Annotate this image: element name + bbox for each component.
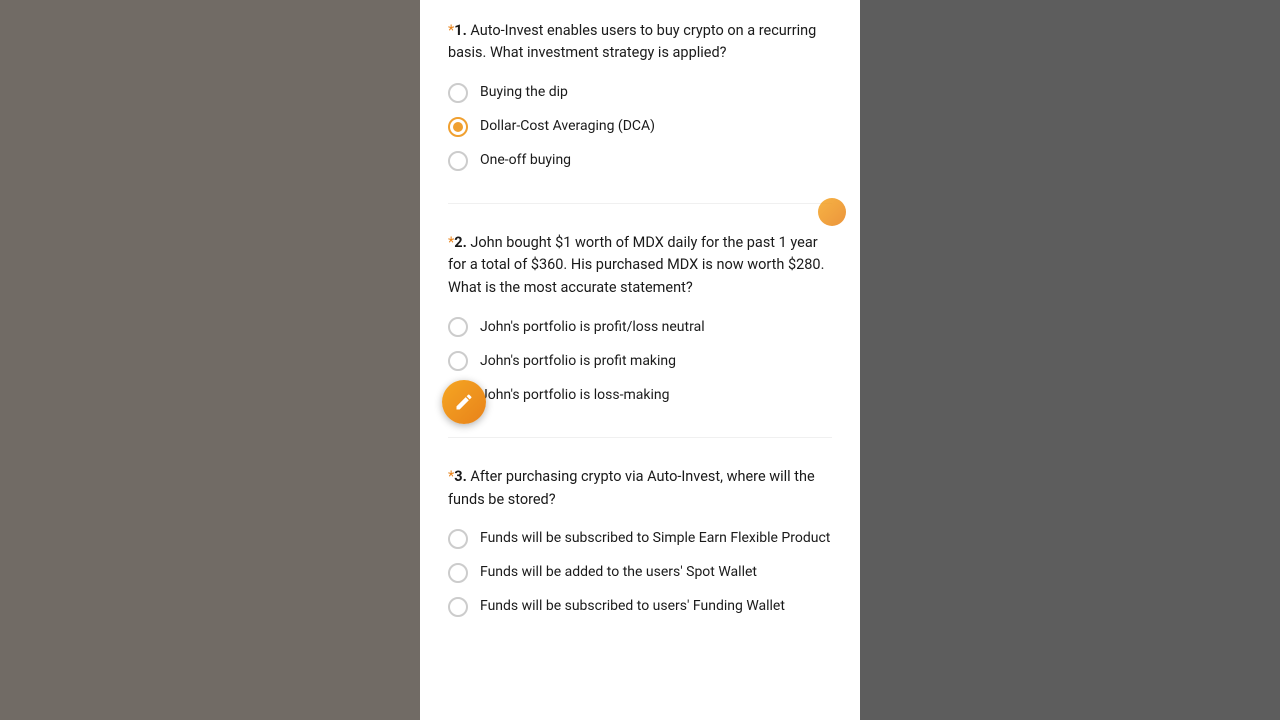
option-q3-c-label: Funds will be subscribed to users' Fundi… bbox=[480, 597, 785, 617]
option-q1-a-label: Buying the dip bbox=[480, 83, 568, 103]
option-q2-a-label: John's portfolio is profit/loss neutral bbox=[480, 318, 705, 338]
option-q3-b[interactable]: Funds will be added to the users' Spot W… bbox=[448, 563, 832, 583]
option-q1-b-label: Dollar-Cost Averaging (DCA) bbox=[480, 117, 655, 137]
option-q1-c[interactable]: One-off buying bbox=[448, 151, 832, 171]
option-q3-a-label: Funds will be subscribed to Simple Earn … bbox=[480, 529, 830, 549]
option-q3-b-label: Funds will be added to the users' Spot W… bbox=[480, 563, 757, 583]
option-q3-c[interactable]: Funds will be subscribed to users' Fundi… bbox=[448, 597, 832, 617]
radio-q3-b[interactable] bbox=[448, 563, 468, 583]
option-q2-c[interactable]: John's portfolio is loss-making bbox=[448, 385, 832, 405]
question-3-text: *3. After purchasing crypto via Auto-Inv… bbox=[448, 466, 832, 511]
option-q1-a[interactable]: Buying the dip bbox=[448, 83, 832, 103]
radio-q1-b-inner bbox=[453, 122, 463, 132]
radio-q1-b[interactable] bbox=[448, 117, 468, 137]
radio-q1-a[interactable] bbox=[448, 83, 468, 103]
divider-1 bbox=[448, 203, 832, 204]
option-q2-b[interactable]: John's portfolio is profit making bbox=[448, 351, 832, 371]
background-left bbox=[0, 0, 420, 720]
radio-q3-c[interactable] bbox=[448, 597, 468, 617]
question-block-2: *2. John bought $1 worth of MDX daily fo… bbox=[448, 232, 832, 405]
quiz-panel: *1. Auto-Invest enables users to buy cry… bbox=[420, 0, 860, 720]
radio-q2-b[interactable] bbox=[448, 351, 468, 371]
radio-q3-a[interactable] bbox=[448, 529, 468, 549]
radio-q1-c[interactable] bbox=[448, 151, 468, 171]
option-q2-c-label: John's portfolio is loss-making bbox=[480, 386, 669, 406]
pencil-icon bbox=[454, 392, 474, 412]
divider-2 bbox=[448, 437, 832, 438]
question-block-1: *1. Auto-Invest enables users to buy cry… bbox=[448, 20, 832, 171]
floating-dot bbox=[818, 198, 846, 226]
option-q1-c-label: One-off buying bbox=[480, 151, 571, 171]
radio-q2-a[interactable] bbox=[448, 317, 468, 337]
option-q2-b-label: John's portfolio is profit making bbox=[480, 352, 676, 372]
question-2-text: *2. John bought $1 worth of MDX daily fo… bbox=[448, 232, 832, 299]
question-1-text: *1. Auto-Invest enables users to buy cry… bbox=[448, 20, 832, 65]
option-q1-b[interactable]: Dollar-Cost Averaging (DCA) bbox=[448, 117, 832, 137]
background-right bbox=[860, 0, 1280, 720]
option-q2-a[interactable]: John's portfolio is profit/loss neutral bbox=[448, 317, 832, 337]
floating-edit-button[interactable] bbox=[442, 380, 486, 424]
question-block-3: *3. After purchasing crypto via Auto-Inv… bbox=[448, 466, 832, 617]
option-q3-a[interactable]: Funds will be subscribed to Simple Earn … bbox=[448, 529, 832, 549]
